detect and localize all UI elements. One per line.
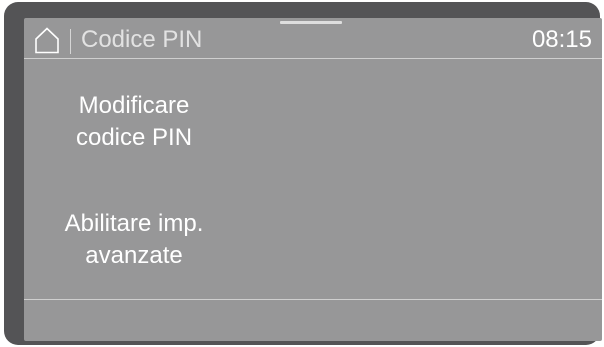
device-bezel: Codice PIN 08:15 Modificare codice PIN A…	[4, 2, 602, 345]
menu-item-label-line1: Abilitare imp.	[64, 210, 204, 237]
menu-item-label-line1: Modificare	[78, 92, 190, 119]
display-screen: Codice PIN 08:15 Modificare codice PIN A…	[24, 18, 602, 341]
menu-item-change-pin[interactable]: Modificare codice PIN	[32, 90, 236, 154]
header-bar: Codice PIN 08:15	[24, 18, 602, 58]
menu-item-label-line2: avanzate	[85, 242, 183, 269]
page-title: Codice PIN	[81, 26, 203, 53]
header-separator	[24, 58, 602, 59]
menu-item-label-line2: codice PIN	[75, 124, 193, 151]
clock-time: 08:15	[531, 26, 592, 53]
home-icon[interactable]	[34, 26, 60, 54]
header-divider	[70, 29, 71, 54]
menu-item-enable-advanced[interactable]: Abilitare imp. avanzate	[32, 208, 236, 272]
footer-separator	[24, 299, 602, 300]
